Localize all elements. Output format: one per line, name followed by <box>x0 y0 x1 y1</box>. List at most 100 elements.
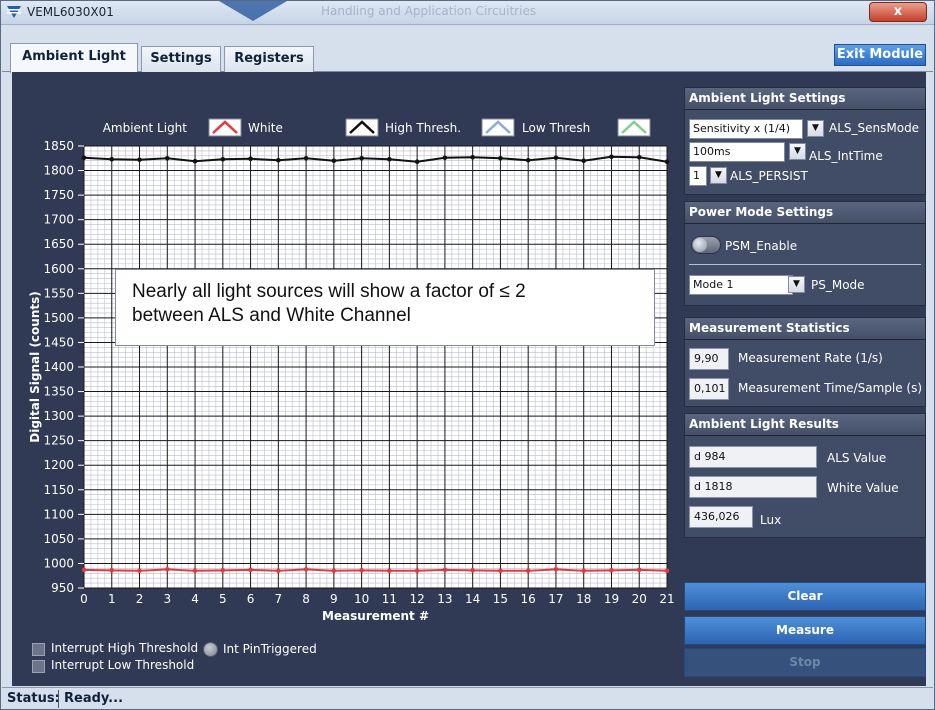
clear-button[interactable]: Clear <box>684 582 926 611</box>
data-point <box>303 155 309 161</box>
y-tick-label: 1350 <box>43 385 74 399</box>
panel-title: Power Mode Settings <box>685 202 925 224</box>
x-tick-label: 13 <box>437 592 452 606</box>
banner-text: Handling and Application Circuitries <box>321 4 537 18</box>
chevron-down-icon[interactable]: ▼ <box>710 167 727 184</box>
int-time-select[interactable]: 100ms <box>689 142 785 162</box>
legend-label-ambient-light: Ambient Light <box>103 121 188 135</box>
ambient-light-settings-panel: Ambient Light Settings Sensitivity x (1/… <box>684 87 926 195</box>
annotation-box: Nearly all light sources will show a fac… <box>115 269 655 346</box>
data-point <box>303 567 309 572</box>
data-point <box>387 156 392 162</box>
checkbox-box[interactable] <box>32 643 45 656</box>
data-point <box>192 158 198 164</box>
data-point <box>581 158 587 164</box>
measure-button[interactable]: Measure <box>684 616 926 645</box>
panel-title: Measurement Statistics <box>685 318 925 340</box>
data-point <box>359 155 364 161</box>
measurement-rate-value: 9,90 <box>689 348 729 370</box>
persist-select[interactable]: 1 <box>689 166 707 186</box>
data-point <box>664 159 670 165</box>
annotation-line-2: between ALS and White Channel <box>132 305 411 326</box>
data-point <box>220 156 226 162</box>
data-point <box>81 155 87 161</box>
data-point <box>331 158 337 164</box>
chevron-down-icon[interactable]: ▼ <box>807 120 824 137</box>
x-tick-label: 8 <box>302 592 310 606</box>
data-point <box>553 567 559 572</box>
y-tick-label: 1200 <box>43 458 74 472</box>
data-point <box>137 157 142 163</box>
annotation-line-1: Nearly all light sources will show a fac… <box>132 281 526 302</box>
data-point <box>414 159 420 165</box>
y-tick-label: 1600 <box>43 262 74 276</box>
x-tick-label: 19 <box>604 592 619 606</box>
chevron-down-icon[interactable]: ▼ <box>789 143 806 160</box>
white-value-display: d 1818 <box>689 476 817 498</box>
y-axis-label: Digital Signal (counts) <box>28 291 42 442</box>
ps-mode-label: PS_Mode <box>811 278 865 292</box>
status-divider <box>58 690 59 708</box>
measurement-statistics-panel: Measurement Statistics 9,90 Measurement … <box>684 317 926 407</box>
lux-value-display: 436,026 <box>689 506 753 528</box>
x-tick-label: 16 <box>521 592 536 606</box>
app-window: VEML6030X01 Handling and Application Cir… <box>0 0 935 710</box>
psm-enable-toggle[interactable] <box>691 236 721 254</box>
tab-ambient-light[interactable]: Ambient Light <box>10 43 138 73</box>
measurement-rate-label: Measurement Rate (1/s) <box>738 351 883 365</box>
data-point <box>109 568 115 573</box>
window-title: VEML6030X01 <box>27 5 114 19</box>
data-point <box>636 567 642 573</box>
legend-label-white: White <box>248 121 283 135</box>
tab-registers[interactable]: Registers <box>224 46 314 72</box>
panel-title: Ambient Light Results <box>685 414 925 436</box>
data-point <box>664 568 670 574</box>
tab-settings[interactable]: Settings <box>141 46 221 72</box>
als-value-display: d 984 <box>689 446 817 468</box>
data-point <box>525 157 531 163</box>
persist-label: ALS_PERSIST <box>730 169 808 183</box>
x-tick-label: 0 <box>80 592 88 606</box>
y-tick-label: 1650 <box>43 237 74 251</box>
int-time-label: ALS_IntTime <box>809 149 883 163</box>
stop-button[interactable]: Stop <box>684 648 926 677</box>
data-point <box>192 568 198 574</box>
interrupt-high-label: Interrupt High Threshold <box>51 641 199 655</box>
main-panel: 0 1 2 3 4 5 6 7 8 9 10 11 12 13 14 15 16 17 18 19 20 21 950 100… <box>12 72 926 686</box>
data-point <box>248 156 253 162</box>
y-tick-label: 1400 <box>43 360 74 374</box>
x-tick-label: 9 <box>330 592 338 606</box>
y-tick-label: 1500 <box>43 311 74 325</box>
data-point <box>525 568 531 574</box>
data-point <box>109 156 115 162</box>
data-point <box>331 568 337 574</box>
y-tick-label: 1100 <box>43 507 74 521</box>
status-value: Ready... <box>64 691 124 706</box>
banner-logo-icon <box>219 1 287 21</box>
data-point <box>609 568 614 573</box>
vishay-logo-icon <box>7 6 21 18</box>
x-tick-label: 12 <box>410 592 425 606</box>
data-point <box>248 567 253 573</box>
checkbox-box[interactable] <box>32 660 45 673</box>
white-value-label: White Value <box>827 481 899 495</box>
sens-mode-select[interactable]: Sensitivity x (1/4) <box>689 119 803 139</box>
status-label: Status: <box>7 691 60 706</box>
x-tick-label: 4 <box>191 592 199 606</box>
y-tick-label: 1250 <box>43 434 74 448</box>
x-tick-label: 15 <box>493 592 508 606</box>
data-point <box>414 568 420 574</box>
x-tick-label: 1 <box>108 592 116 606</box>
data-point <box>442 567 448 573</box>
data-point <box>276 157 281 163</box>
interrupt-low-label: Interrupt Low Threshold <box>51 658 195 672</box>
exit-module-button[interactable]: Exit Module <box>834 44 926 66</box>
close-button[interactable]: x <box>869 2 927 22</box>
data-point <box>276 568 281 574</box>
x-tick-label: 10 <box>354 592 369 606</box>
chevron-down-icon[interactable]: ▼ <box>788 276 805 293</box>
data-point <box>442 155 448 161</box>
measurement-chart: 0 1 2 3 4 5 6 7 8 9 10 11 12 13 14 15 16 17 18 19 20 21950100… <box>28 118 675 623</box>
ps-mode-select[interactable]: Mode 1 <box>689 275 793 295</box>
y-tick-label: 950 <box>51 581 74 595</box>
